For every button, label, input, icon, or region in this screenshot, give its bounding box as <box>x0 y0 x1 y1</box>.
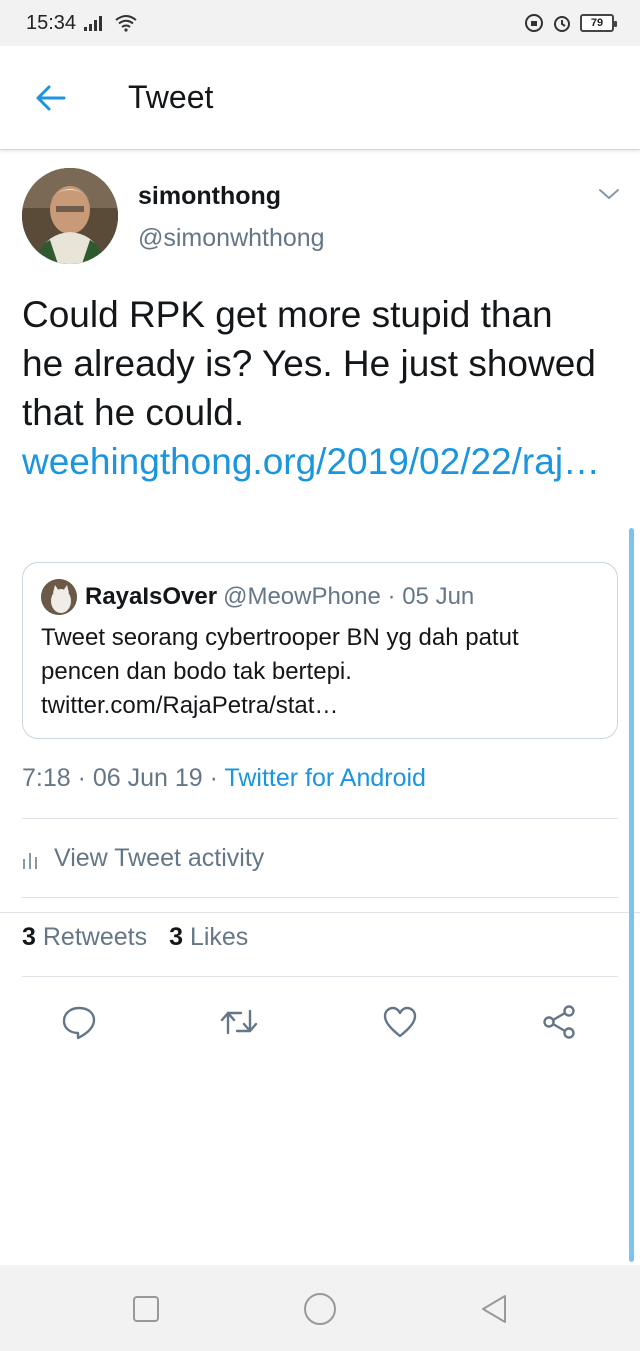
square-icon <box>133 1296 159 1322</box>
view-activity-label: View Tweet activity <box>54 844 265 872</box>
rotation-lock-icon <box>525 14 543 32</box>
retweets-label: Retweets <box>42 923 148 951</box>
recent-apps-button[interactable] <box>124 1287 168 1331</box>
scrollbar[interactable] <box>629 528 634 1262</box>
more-options-button[interactable] <box>596 184 622 204</box>
tweet-meta: 7:18 · 06 Jun 19 · Twitter for Android <box>22 764 426 793</box>
battery-icon: 79 <box>580 14 617 32</box>
tweet-link[interactable]: weehingthong.org/2019/02/22/raj… <box>22 437 602 486</box>
quoted-author-name: RayaIsOver <box>85 583 218 610</box>
signal-icon <box>84 16 103 31</box>
bar-chart-icon <box>23 852 37 869</box>
circle-icon <box>304 1293 336 1325</box>
likes-label: Likes <box>189 923 249 951</box>
retweets-stat[interactable]: 3 Retweets <box>22 923 147 952</box>
avatar[interactable] <box>22 168 118 264</box>
tweet-text: Could RPK get more stupid than he alread… <box>22 294 596 433</box>
top-bar: Tweet <box>0 46 640 150</box>
back-button[interactable] <box>0 46 100 150</box>
tweet-author: simonthong @simonwhthong <box>22 168 622 268</box>
tweet-actions <box>0 986 640 1062</box>
quoted-tweet-header: RayaIsOver @MeowPhone · 05 Jun <box>41 579 599 615</box>
share-icon <box>543 1005 575 1039</box>
home-button[interactable] <box>298 1287 342 1331</box>
retweet-icon <box>220 1009 258 1035</box>
chevron-down-icon <box>599 189 619 200</box>
battery-level: 79 <box>590 17 604 29</box>
author-handle[interactable]: @simonwhthong <box>138 224 325 253</box>
status-right: 79 <box>524 13 617 33</box>
cat-avatar-image <box>41 579 77 615</box>
tweet-timestamp: 7:18 · 06 Jun 19 · <box>22 764 225 792</box>
divider <box>22 897 618 898</box>
retweet-button[interactable] <box>215 998 263 1046</box>
triangle-back-icon <box>482 1295 506 1323</box>
retweets-count: 3 <box>22 923 36 951</box>
status-time: 15:34 <box>26 11 77 34</box>
quoted-avatar <box>41 579 77 615</box>
arrow-left-icon <box>36 85 66 110</box>
avatar-image <box>22 168 118 264</box>
reply-icon <box>62 1006 96 1040</box>
quoted-tweet-text: Tweet seorang cybertrooper BN yg dah pat… <box>41 624 519 719</box>
divider <box>22 976 618 977</box>
status-bar: 15:34 79 <box>0 0 640 46</box>
tweet-stats: 3 Retweets 3 Likes <box>22 923 248 952</box>
reply-button[interactable] <box>55 998 103 1046</box>
author-name[interactable]: simonthong <box>138 182 281 211</box>
navigation-bar <box>0 1265 640 1351</box>
likes-count: 3 <box>169 923 183 951</box>
tweet-body: Could RPK get more stupid than he alread… <box>22 290 602 486</box>
divider <box>22 818 618 819</box>
wifi-icon <box>115 15 137 32</box>
divider <box>0 912 640 913</box>
heart-icon <box>383 1006 417 1038</box>
alarm-icon <box>554 16 570 32</box>
page-title: Tweet <box>128 79 214 115</box>
quoted-tweet[interactable]: RayaIsOver @MeowPhone · 05 Jun Tweet seo… <box>22 562 618 739</box>
quoted-author-handle: @MeowPhone · 05 Jun <box>223 583 475 610</box>
status-left: 15:34 <box>26 12 138 35</box>
back-nav-button[interactable] <box>472 1287 516 1331</box>
share-button[interactable] <box>535 998 583 1046</box>
likes-stat[interactable]: 3 Likes <box>169 923 248 952</box>
like-button[interactable] <box>376 998 424 1046</box>
tweet-source[interactable]: Twitter for Android <box>224 764 425 792</box>
view-activity-button[interactable]: View Tweet activity <box>22 844 264 873</box>
